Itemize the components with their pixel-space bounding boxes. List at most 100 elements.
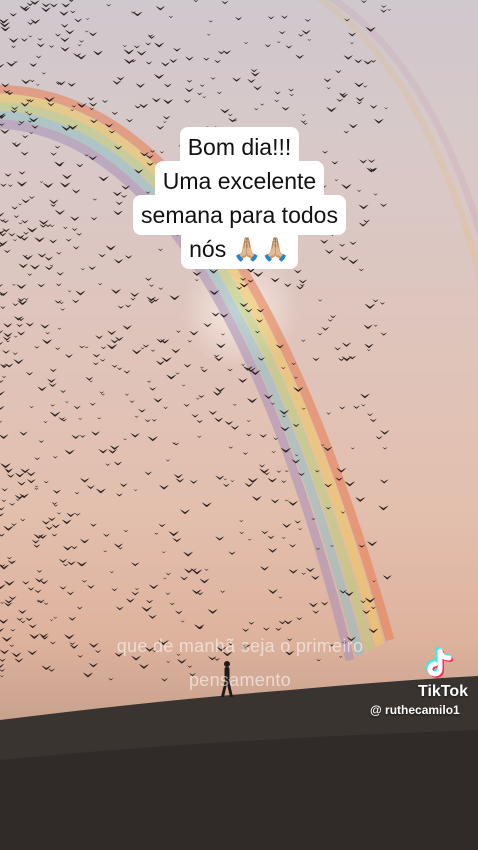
bird (76, 163, 84, 168)
bird (283, 283, 292, 287)
bird (326, 412, 332, 415)
bird (51, 502, 58, 505)
bird (116, 367, 123, 370)
bird (240, 363, 246, 366)
bird (214, 417, 224, 422)
bird (244, 482, 254, 488)
bird (379, 479, 389, 484)
bird (8, 502, 16, 506)
bird (0, 183, 7, 187)
bird (122, 44, 128, 47)
bird (78, 417, 83, 420)
bird (60, 390, 67, 393)
bird (348, 32, 357, 37)
bird (76, 561, 88, 567)
video-frame: Bom dia!!! Uma excelente semana para tod… (0, 0, 478, 850)
bird (252, 85, 262, 91)
lyric-line-2: pensamento (188, 670, 292, 690)
bird (2, 350, 10, 354)
bird (194, 624, 205, 630)
bird (27, 587, 35, 591)
bird (198, 394, 205, 398)
bird (199, 84, 205, 87)
bird (169, 602, 176, 606)
bird (364, 343, 374, 349)
bird (7, 560, 16, 565)
bird (208, 20, 214, 23)
bird (310, 575, 320, 580)
bird (41, 520, 51, 525)
bird (246, 398, 258, 404)
bird (179, 509, 191, 515)
bird (384, 107, 389, 110)
bird (105, 463, 111, 466)
bird (274, 99, 280, 103)
bird (38, 219, 49, 225)
bird (77, 44, 82, 47)
tiktok-brand-label: TikTok (417, 683, 469, 700)
bird (148, 284, 155, 287)
bird (161, 551, 166, 554)
bird (23, 297, 29, 301)
bird (50, 152, 58, 156)
bird (206, 33, 211, 36)
bird (175, 478, 185, 483)
bird (27, 273, 33, 276)
bird (18, 263, 29, 269)
bird (146, 380, 152, 383)
bird (65, 238, 72, 242)
bird (124, 304, 132, 308)
bird (38, 440, 45, 443)
bird (22, 254, 28, 258)
bird (0, 434, 9, 439)
bird (278, 596, 283, 599)
bird (113, 461, 123, 466)
bird (220, 108, 230, 114)
bird (70, 216, 80, 221)
bird (27, 650, 38, 655)
bird (372, 299, 379, 303)
bird (336, 98, 344, 102)
bird (187, 665, 193, 668)
bird (52, 456, 58, 459)
bird (301, 30, 311, 35)
bird (8, 596, 17, 600)
bird (151, 97, 161, 103)
bird (34, 487, 39, 490)
bird (111, 588, 118, 592)
bird (0, 618, 9, 624)
bird (355, 497, 366, 502)
bird (326, 106, 337, 112)
bird (360, 404, 366, 407)
bird (278, 30, 286, 35)
bird (21, 79, 31, 84)
bird (54, 33, 62, 37)
bird (300, 120, 307, 124)
bird (168, 15, 174, 19)
bird (354, 82, 365, 88)
bird (86, 584, 95, 589)
bird (29, 633, 40, 639)
bird (224, 420, 234, 425)
bird (210, 77, 216, 80)
bird (78, 345, 85, 349)
bird (130, 433, 140, 438)
bird (134, 415, 139, 418)
bird (163, 406, 169, 409)
bird (62, 226, 68, 229)
bird (34, 457, 41, 461)
bird (0, 390, 5, 396)
bird (153, 398, 163, 403)
bird (2, 336, 12, 341)
bird (253, 108, 259, 111)
bird (341, 342, 352, 347)
bird (41, 3, 51, 8)
bird (0, 512, 5, 517)
bird (19, 236, 29, 241)
bird (20, 468, 30, 474)
bird (202, 57, 210, 61)
bird (227, 113, 233, 117)
bird (123, 58, 135, 64)
bird (29, 264, 41, 270)
bird (20, 518, 26, 522)
